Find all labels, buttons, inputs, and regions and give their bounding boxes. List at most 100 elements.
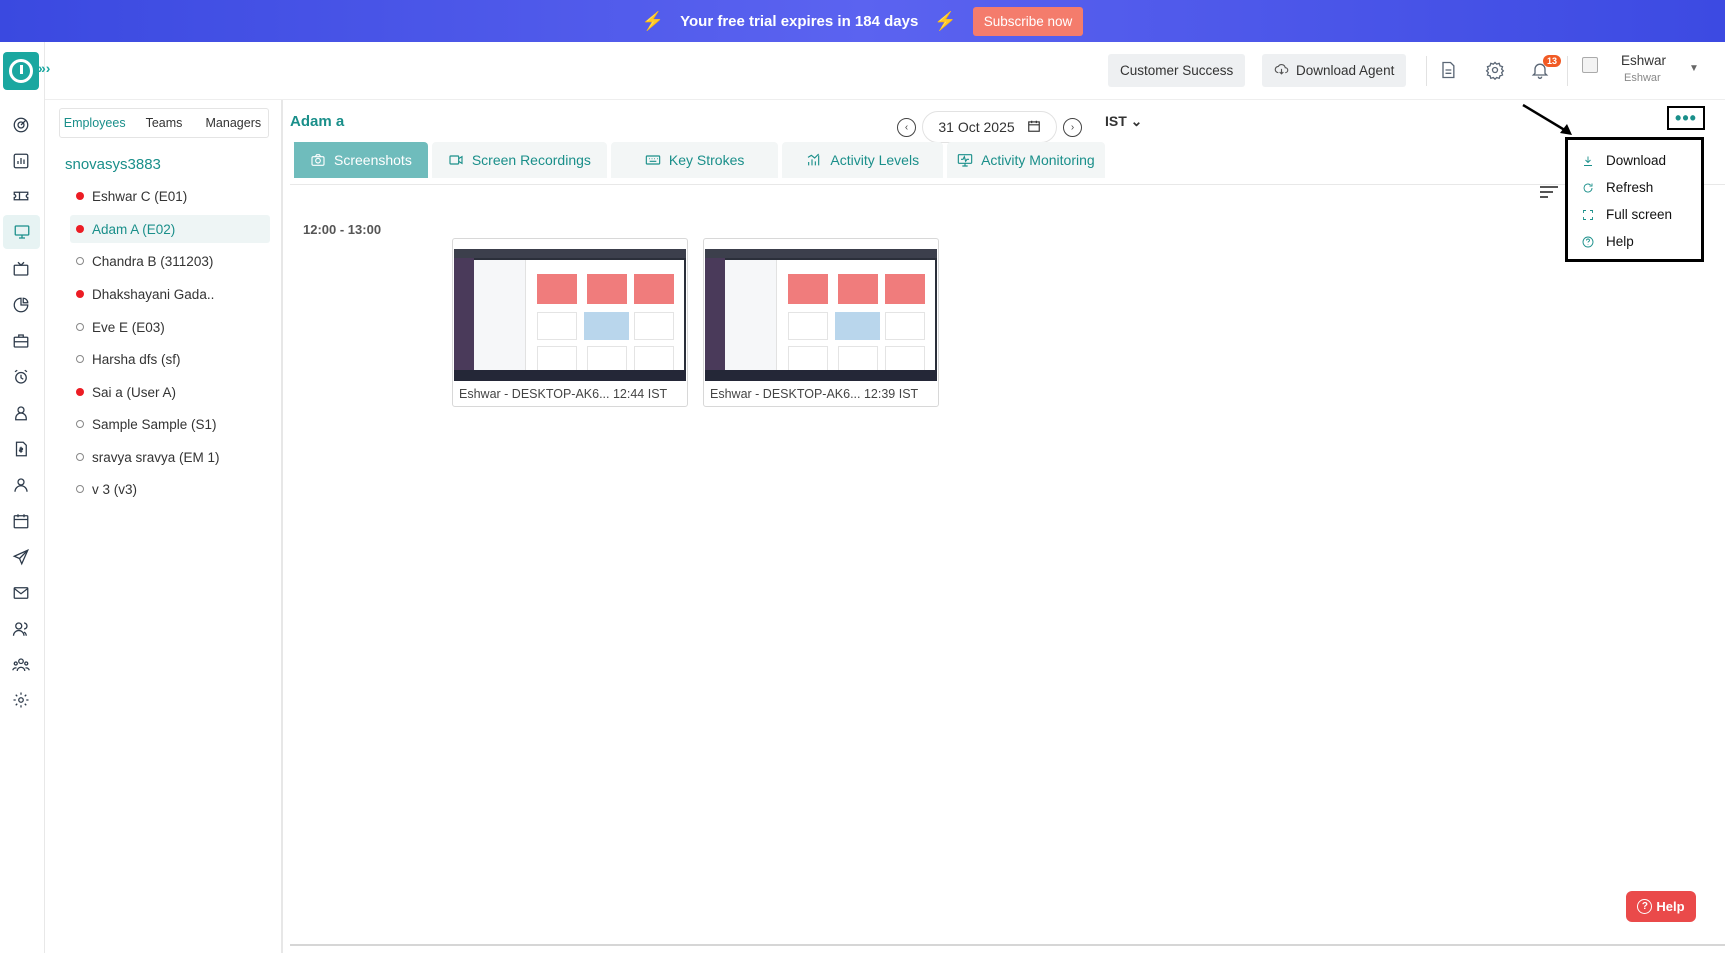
organization-name[interactable]: snovasys3883: [65, 156, 161, 173]
trial-banner: ⚡ Your free trial expires in 184 days ⚡ …: [0, 0, 1725, 42]
employee-name: Harsha dfs (sf): [92, 351, 181, 367]
menu-item-label: Help: [1606, 234, 1634, 249]
icon-sidebar: »›: [0, 42, 50, 953]
tab-activity-monitoring[interactable]: Activity Monitoring: [947, 142, 1105, 178]
keyboard-icon: [645, 155, 661, 165]
tab-label: Screenshots: [334, 152, 412, 168]
app-logo[interactable]: [3, 52, 39, 90]
menu-item-label: Download: [1606, 153, 1667, 168]
menu-item-full-screen[interactable]: Full screen: [1568, 201, 1701, 228]
lightning-icon: ⚡: [641, 10, 665, 31]
date-navigator: ‹ 31 Oct 2025 ›: [897, 111, 1082, 143]
screenshot-caption: Eshwar - DESKTOP-AK6... 12:44 IST: [459, 387, 668, 401]
offline-status-dot: [76, 323, 84, 331]
monitor-icon[interactable]: [3, 215, 40, 249]
employee-name: Chandra B (311203): [92, 253, 214, 269]
more-options-button[interactable]: •••: [1667, 106, 1705, 130]
settings-icon[interactable]: [10, 689, 32, 711]
tab-screen-recordings[interactable]: Screen Recordings: [431, 142, 607, 178]
employee-item[interactable]: Eshwar C (E01): [70, 182, 270, 210]
employee-item[interactable]: Sai a (User A): [70, 378, 270, 406]
employee-item[interactable]: Chandra B (311203): [70, 247, 270, 275]
screenshot-thumbnail[interactable]: [705, 249, 937, 381]
employee-name: Adam A (E02): [92, 221, 176, 237]
timezone-select[interactable]: IST ⌄: [1105, 113, 1142, 130]
pie-chart-icon[interactable]: [10, 294, 32, 316]
dashboard-icon[interactable]: [10, 114, 32, 136]
tab-screenshots[interactable]: Screenshots: [290, 142, 428, 178]
user-subtitle: Eshwar: [1624, 72, 1661, 84]
chart-icon[interactable]: [10, 150, 32, 172]
menu-item-refresh[interactable]: Refresh: [1568, 174, 1701, 201]
employee-name: Dhakshayani Gada..: [92, 286, 215, 302]
tab-teams[interactable]: Teams: [129, 109, 198, 137]
tab-activity-levels[interactable]: Activity Levels: [782, 142, 944, 178]
menu-item-help[interactable]: Help: [1568, 228, 1701, 255]
calendar-icon[interactable]: [10, 510, 32, 532]
employee-item[interactable]: Eve E (E03): [70, 313, 270, 341]
employee-name: v 3 (v3): [92, 481, 138, 497]
divider: [290, 184, 1725, 185]
help-label: Help: [1656, 899, 1685, 914]
employee-item[interactable]: v 3 (v3): [70, 475, 270, 503]
tab-managers[interactable]: Managers: [199, 109, 268, 137]
question-icon: ?: [1637, 899, 1653, 914]
offline-status-dot: [76, 420, 84, 428]
chevron-down-icon[interactable]: ▼: [1689, 63, 1699, 74]
tab-label: Key Strokes: [668, 152, 745, 168]
ticket-icon[interactable]: [10, 185, 32, 207]
employee-name: sravya sravya (EM 1): [92, 449, 220, 465]
avatar[interactable]: [1582, 57, 1598, 73]
gear-icon[interactable]: [1485, 60, 1507, 82]
tab-key-strokes[interactable]: Key Strokes: [610, 142, 779, 178]
more-options-menu: Download Refresh Full screen Help: [1565, 137, 1704, 262]
users-icon[interactable]: [10, 618, 32, 640]
tab-label: Activity Levels: [830, 152, 920, 168]
user-badge-icon[interactable]: [10, 402, 32, 424]
employee-name: Sai a (User A): [92, 384, 177, 400]
employee-item[interactable]: Harsha dfs (sf): [70, 345, 270, 373]
document-icon[interactable]: [1438, 60, 1460, 82]
employee-name: Eshwar C (E01): [92, 188, 188, 204]
tab-label: Screen Recordings: [471, 152, 591, 168]
alarm-icon[interactable]: [10, 366, 32, 388]
online-status-dot: [76, 290, 84, 298]
screenshot-card[interactable]: Eshwar - DESKTOP-AK6... 12:44 IST: [452, 238, 688, 407]
timezone-value: IST: [1105, 113, 1127, 129]
download-agent-button[interactable]: Download Agent: [1262, 54, 1407, 87]
menu-item-label: Full screen: [1606, 207, 1673, 222]
video-icon: [449, 155, 463, 165]
team-icon[interactable]: [10, 654, 32, 676]
user-name[interactable]: Eshwar: [1621, 53, 1666, 68]
subscribe-button[interactable]: Subscribe now: [972, 6, 1084, 36]
offline-status-dot: [76, 355, 84, 363]
tv-icon[interactable]: [10, 258, 32, 280]
person-icon[interactable]: [10, 474, 32, 496]
menu-item-download[interactable]: Download: [1568, 147, 1701, 174]
date-picker[interactable]: 31 Oct 2025: [922, 111, 1057, 143]
employee-item[interactable]: Sample Sample (S1): [70, 410, 270, 438]
employee-item[interactable]: sravya sravya (EM 1): [70, 443, 270, 471]
divider: [1426, 56, 1427, 86]
offline-status-dot: [76, 485, 84, 493]
employee-item[interactable]: Dhakshayani Gada..: [70, 280, 270, 308]
mail-icon[interactable]: [10, 582, 32, 604]
bar-chart-icon: [808, 153, 820, 166]
fullscreen-icon: [1582, 209, 1594, 221]
tab-employees[interactable]: Employees: [60, 109, 129, 137]
help-button[interactable]: ? Help: [1626, 891, 1696, 922]
screenshot-thumbnail[interactable]: [454, 249, 686, 381]
screenshot-card[interactable]: Eshwar - DESKTOP-AK6... 12:39 IST: [703, 238, 939, 407]
previous-day-button[interactable]: ‹: [897, 117, 916, 137]
chevron-down-icon: ⌄: [1130, 113, 1143, 129]
next-day-button[interactable]: ›: [1063, 117, 1082, 137]
send-icon[interactable]: [10, 546, 32, 568]
employee-item[interactable]: Adam A (E02): [70, 215, 270, 243]
horizontal-scrollbar[interactable]: [290, 944, 1725, 946]
sort-icon[interactable]: [1540, 186, 1558, 202]
invoice-icon[interactable]: [10, 438, 32, 460]
customer-success-button[interactable]: Customer Success: [1108, 54, 1246, 87]
employee-filter-tabs: Employees Teams Managers: [59, 108, 269, 138]
offline-status-dot: [76, 257, 84, 265]
briefcase-icon[interactable]: [10, 330, 32, 352]
